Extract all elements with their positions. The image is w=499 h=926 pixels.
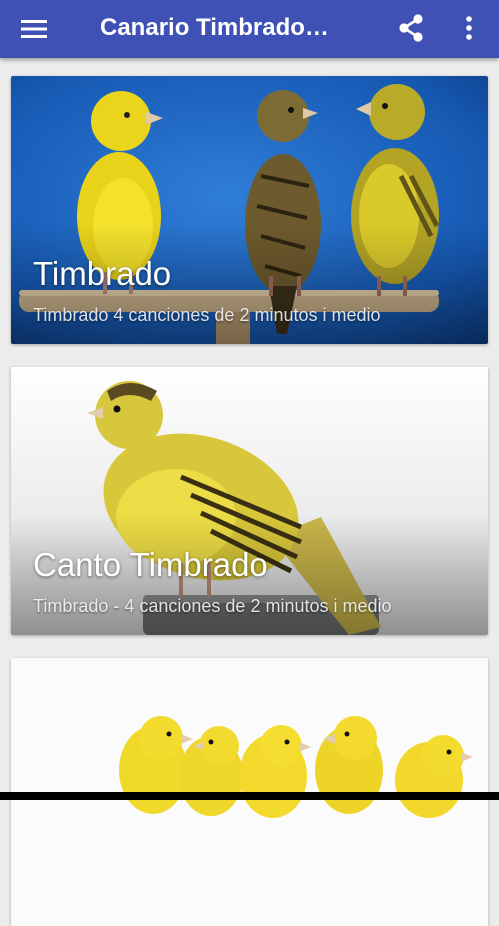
menu-button[interactable] (16, 11, 52, 47)
card-title: Timbrado (33, 254, 171, 294)
song-card-timbrado[interactable]: Timbrado Timbrado 4 canciones de 2 minut… (11, 76, 488, 344)
card-title: Canto Timbrado (33, 545, 268, 585)
card-subtitle: Timbrado 4 canciones de 2 minutos i medi… (33, 304, 381, 326)
song-card-canto-timbrado[interactable]: Canto Timbrado Timbrado - 4 canciones de… (11, 367, 488, 635)
system-nav-bar-edge (0, 792, 499, 800)
more-vert-icon (465, 15, 473, 41)
card-subtitle: Timbrado - 4 canciones de 2 minutos i me… (33, 595, 392, 617)
more-options-button[interactable] (452, 9, 486, 47)
share-icon (397, 13, 425, 43)
app-title: Canario Timbrado… (100, 13, 350, 43)
app-bar: Canario Timbrado… (0, 0, 499, 58)
hamburger-menu-icon (20, 18, 48, 40)
share-button[interactable] (392, 9, 430, 47)
